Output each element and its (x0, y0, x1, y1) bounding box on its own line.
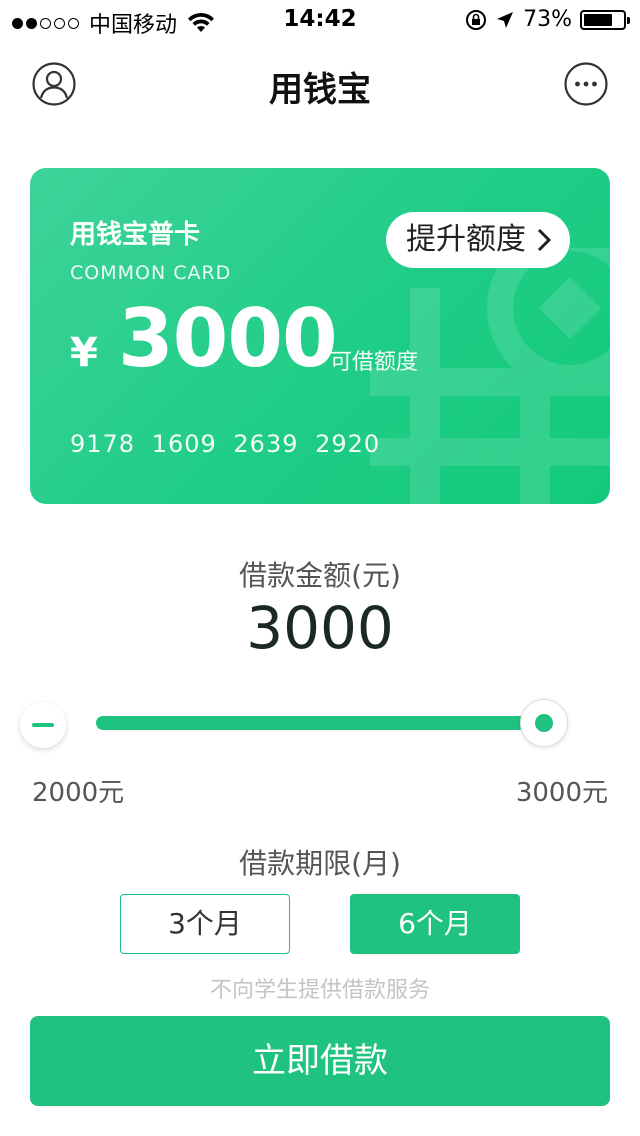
battery-percent: 73% (523, 7, 572, 32)
page-title: 用钱宝 (269, 70, 371, 110)
loan-amount-label: 借款金额(元) (239, 559, 401, 592)
term-option-3-months[interactable]: 3个月 (120, 894, 290, 954)
chevron-right-icon (537, 228, 552, 252)
location-arrow-icon (497, 11, 514, 28)
credit-card: 用钱宝普卡 COMMON CARD ¥ 3000 可借额度 9178 1609 … (30, 168, 610, 504)
amount-slider-thumb[interactable] (520, 699, 568, 747)
card-number: 9178 1609 2639 2920 (70, 430, 381, 458)
status-right: 73% (465, 7, 630, 32)
money-watermark-icon (370, 248, 610, 504)
card-subtitle: COMMON CARD (70, 262, 232, 284)
rotation-lock-icon (466, 9, 487, 30)
nav-bar: 用钱宝 (0, 40, 640, 128)
more-icon[interactable] (564, 62, 608, 106)
loan-amount-value: 3000 (246, 594, 394, 662)
status-bar: 中国移动 14:42 73% (0, 0, 640, 40)
battery-fill (584, 13, 612, 26)
card-title: 用钱宝普卡 (70, 220, 201, 250)
raise-limit-label: 提升额度 (406, 222, 526, 257)
term-option-6-months[interactable]: 6个月 (350, 894, 520, 954)
battery-icon (580, 9, 630, 30)
slider-thumb-dot (535, 714, 553, 732)
currency-symbol: ¥ (70, 330, 98, 376)
slider-max-label: 3000元 (515, 778, 608, 808)
amount-slider-track[interactable] (96, 716, 544, 730)
decrease-button[interactable] (20, 702, 66, 748)
loan-term-label: 借款期限(月) (239, 847, 401, 880)
slider-min-label: 2000元 (32, 778, 125, 808)
student-notice: 不向学生提供借款服务 (209, 978, 430, 1003)
credit-amount: 3000 (118, 292, 338, 385)
minus-icon (32, 723, 54, 727)
borrow-now-button[interactable]: 立即借款 (30, 1016, 610, 1106)
credit-amount-label: 可借额度 (330, 350, 419, 375)
raise-limit-button[interactable]: 提升额度 (386, 212, 570, 268)
